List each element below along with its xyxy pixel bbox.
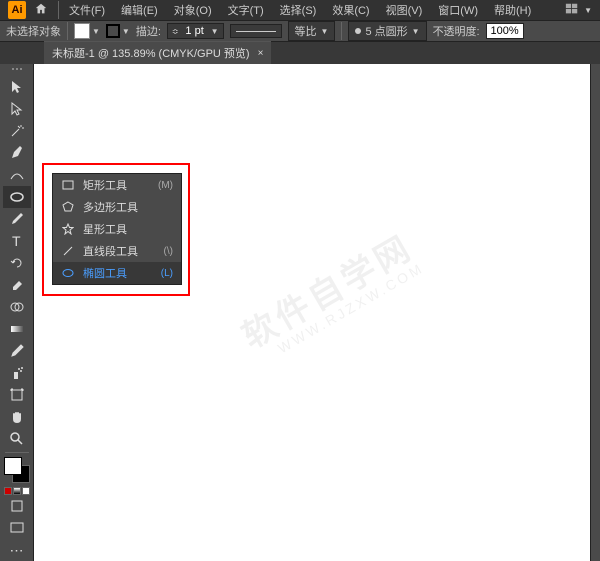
svg-text:T: T [12,233,21,249]
flyout-line-tool[interactable]: 直线段工具 (\) [53,240,181,262]
fill-color[interactable] [4,457,22,475]
stroke-swatch[interactable]: ▼ [106,24,130,38]
scale-dropdown[interactable]: 等比▼ [288,21,336,41]
toolbox: T ⋯ [0,64,34,561]
menubar: Ai 文件(F) 编辑(E) 对象(O) 文字(T) 选择(S) 效果(C) 视… [0,0,600,20]
screen-mode-tool[interactable] [3,517,31,539]
rect-icon [61,179,75,191]
stroke-label: 描边: [136,23,161,39]
flyout-star-tool[interactable]: 星形工具 [53,218,181,240]
no-selection-label: 未选择对象 [6,23,61,39]
shape-builder-tool[interactable] [3,296,31,318]
opacity-input[interactable] [486,23,524,39]
panel-grip[interactable] [5,68,29,72]
close-icon[interactable]: × [258,48,264,59]
hand-tool[interactable] [3,406,31,428]
opacity-label: 不透明度: [433,23,480,39]
star-icon [61,223,75,235]
brush-preview[interactable] [230,24,282,38]
options-bar: 未选择对象 ▼ ▼ 描边: ≎ ▼ 等比▼ 5 点圆形▼ 不透明度: [0,20,600,42]
layout-icon[interactable] [564,2,580,19]
color-mode-row [4,487,30,495]
brush-dropdown[interactable]: 5 点圆形▼ [348,21,426,41]
stroke-weight-input[interactable]: ≎ ▼ [167,23,224,39]
flyout-ellipse-tool[interactable]: 椭圆工具 (L) [53,262,181,284]
menu-help[interactable]: 帮助(H) [488,0,537,20]
edit-toolbar[interactable]: ⋯ [3,539,31,561]
menu-file[interactable]: 文件(F) [63,0,111,20]
fill-swatch[interactable]: ▼ [74,23,100,39]
shape-tool-flyout: 矩形工具 (M) 多边形工具 星形工具 直线段工具 (\) 椭圆工具 (L) [52,173,182,285]
stroke-weight-field[interactable] [181,25,209,37]
line-icon [61,245,75,257]
selection-tool[interactable] [3,76,31,98]
type-tool[interactable]: T [3,230,31,252]
menu-effect[interactable]: 效果(C) [326,0,375,20]
menu-view[interactable]: 视图(V) [380,0,429,20]
flyout-rectangle-tool[interactable]: 矩形工具 (M) [53,174,181,196]
stepper-icon[interactable]: ≎ [172,27,179,36]
document-tab[interactable]: 未标题-1 @ 135.89% (CMYK/GPU 预览) × [44,41,271,64]
tab-title: 未标题-1 @ 135.89% (CMYK/GPU 预览) [52,45,250,61]
polygon-icon [61,201,75,213]
gradient-mode-icon[interactable] [13,487,21,495]
workarea: T ⋯ 软件自学网 [0,64,600,561]
gradient-tool[interactable] [3,318,31,340]
ellipse-icon [61,267,75,279]
document-tabbar: 未标题-1 @ 135.89% (CMYK/GPU 预览) × [0,42,600,64]
ai-logo: Ai [8,1,26,19]
watermark: 软件自学网 WWW.RJZXW.COM [231,221,426,369]
right-panel-edge[interactable] [590,64,600,561]
rotate-tool[interactable] [3,252,31,274]
home-icon[interactable] [34,2,48,19]
magic-wand-tool[interactable] [3,120,31,142]
chevron-down-icon[interactable]: ▼ [584,6,592,15]
color-mode-icon[interactable] [4,487,12,495]
paintbrush-tool[interactable] [3,208,31,230]
curvature-tool[interactable] [3,164,31,186]
menu-select[interactable]: 选择(S) [274,0,323,20]
draw-mode-tool[interactable] [3,495,31,517]
menu-edit[interactable]: 编辑(E) [115,0,164,20]
eraser-tool[interactable] [3,274,31,296]
menu-type[interactable]: 文字(T) [222,0,270,20]
menu-object[interactable]: 对象(O) [168,0,218,20]
symbol-sprayer-tool[interactable] [3,362,31,384]
canvas[interactable]: 软件自学网 WWW.RJZXW.COM [34,64,600,561]
flyout-polygon-tool[interactable]: 多边形工具 [53,196,181,218]
ellipse-tool[interactable] [3,186,31,208]
divider [58,1,59,19]
chevron-down-icon[interactable]: ▼ [211,27,219,36]
menu-window[interactable]: 窗口(W) [432,0,484,20]
artboard-tool[interactable] [3,384,31,406]
fill-stroke-swatches[interactable] [4,457,30,483]
zoom-tool[interactable] [3,428,31,450]
none-mode-icon[interactable] [22,487,30,495]
eyedropper-tool[interactable] [3,340,31,362]
pen-tool[interactable] [3,142,31,164]
direct-selection-tool[interactable] [3,98,31,120]
